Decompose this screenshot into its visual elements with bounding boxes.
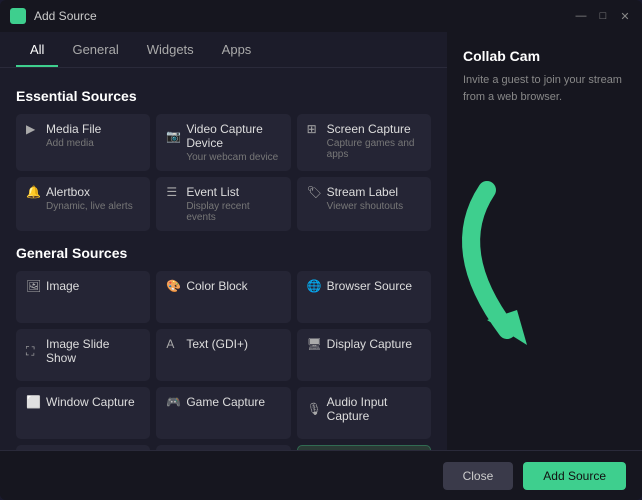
source-browser-source[interactable]: 🌐 Browser Source <box>297 271 431 323</box>
audio-input-icon: 🎙 <box>307 402 321 416</box>
tab-bar: All General Widgets Apps <box>0 32 447 68</box>
tab-apps[interactable]: Apps <box>208 32 266 67</box>
image-name: Image <box>46 279 79 293</box>
tab-all[interactable]: All <box>16 32 58 67</box>
display-capture-icon: 🖥 <box>307 337 321 351</box>
source-video-capture[interactable]: 📷 Video Capture Device Your webcam devic… <box>156 114 290 171</box>
source-game-capture[interactable]: 🎮 Game Capture <box>156 387 290 439</box>
titlebar: Add Source — □ ✕ <box>0 0 642 32</box>
right-panel: Collab Cam Invite a guest to join your s… <box>447 32 642 450</box>
source-media-file[interactable]: ▶ Media File Add media <box>16 114 150 171</box>
source-screen-capture[interactable]: ⊞ Screen Capture Capture games and apps <box>297 114 431 171</box>
close-window-button[interactable]: ✕ <box>618 9 632 23</box>
media-file-name: Media File <box>46 122 101 136</box>
browser-source-name: Browser Source <box>327 279 412 293</box>
alertbox-desc: Dynamic, live alerts <box>46 201 140 212</box>
essential-sources-grid: ▶ Media File Add media 📷 Video Capture D… <box>16 114 431 231</box>
source-image-slideshow[interactable]: ⛶ Image Slide Show <box>16 329 150 381</box>
source-display-capture[interactable]: 🖥 Display Capture <box>297 329 431 381</box>
window-capture-icon: ⬜ <box>26 395 40 409</box>
arrow-svg <box>427 170 607 350</box>
color-block-icon: 🎨 <box>166 279 180 293</box>
media-file-icon: ▶ <box>26 122 40 136</box>
alertbox-name: Alertbox <box>46 185 90 199</box>
video-capture-desc: Your webcam device <box>186 152 280 163</box>
window-capture-name: Window Capture <box>46 395 135 409</box>
source-window-capture[interactable]: ⬜ Window Capture <box>16 387 150 439</box>
video-capture-name: Video Capture Device <box>186 122 280 150</box>
screen-capture-name: Screen Capture <box>327 122 411 136</box>
source-audio-input[interactable]: 🎙 Audio Input Capture <box>297 387 431 439</box>
right-panel-title: Collab Cam <box>463 48 626 64</box>
close-button[interactable]: Close <box>443 462 514 490</box>
screen-capture-desc: Capture games and apps <box>327 138 421 160</box>
source-image[interactable]: 🖼 Image <box>16 271 150 323</box>
app-icon <box>10 8 26 24</box>
image-icon: 🖼 <box>26 279 40 293</box>
game-capture-name: Game Capture <box>186 395 265 409</box>
audio-input-name: Audio Input Capture <box>327 395 421 423</box>
general-sources-grid: 🖼 Image 🎨 Color Block 🌐 Browser <box>16 271 431 450</box>
text-gdi-name: Text (GDI+) <box>186 337 248 351</box>
window-title: Add Source <box>34 9 574 23</box>
alertbox-icon: 🔔 <box>26 185 40 199</box>
arrow-indicator <box>427 170 627 370</box>
stream-label-desc: Viewer shoutouts <box>327 201 421 212</box>
source-alertbox[interactable]: 🔔 Alertbox Dynamic, live alerts <box>16 177 150 231</box>
source-color-block[interactable]: 🎨 Color Block <box>156 271 290 323</box>
add-source-window: Add Source — □ ✕ All General Widgets App… <box>0 0 642 500</box>
tab-widgets[interactable]: Widgets <box>133 32 208 67</box>
display-capture-name: Display Capture <box>327 337 412 351</box>
event-list-desc: Display recent events <box>186 201 280 223</box>
footer: Close Add Source <box>0 450 642 500</box>
text-gdi-icon: A <box>166 337 180 351</box>
screen-capture-icon: ⊞ <box>307 122 321 136</box>
essential-sources-title: Essential Sources <box>16 88 431 104</box>
video-capture-icon: 📷 <box>166 129 180 143</box>
stream-label-name: Stream Label <box>327 185 398 199</box>
add-source-button[interactable]: Add Source <box>523 462 626 490</box>
left-panel: All General Widgets Apps Essential Sourc… <box>0 32 447 450</box>
media-file-desc: Add media <box>46 138 140 149</box>
source-event-list[interactable]: ☰ Event List Display recent events <box>156 177 290 231</box>
event-list-icon: ☰ <box>166 185 180 199</box>
window-controls: — □ ✕ <box>574 9 632 23</box>
sources-content: Essential Sources ▶ Media File Add media… <box>0 68 447 450</box>
stream-label-icon: 🏷 <box>307 185 321 199</box>
tab-general[interactable]: General <box>58 32 132 67</box>
general-sources-title: General Sources <box>16 245 431 261</box>
body: All General Widgets Apps Essential Sourc… <box>0 32 642 450</box>
event-list-name: Event List <box>186 185 239 199</box>
color-block-name: Color Block <box>186 279 247 293</box>
image-slideshow-name: Image Slide Show <box>46 337 140 365</box>
maximize-button[interactable]: □ <box>596 9 610 23</box>
game-capture-icon: 🎮 <box>166 395 180 409</box>
source-text-gdi[interactable]: A Text (GDI+) <box>156 329 290 381</box>
right-panel-desc: Invite a guest to join your stream from … <box>463 72 626 105</box>
minimize-button[interactable]: — <box>574 9 588 23</box>
source-stream-label[interactable]: 🏷 Stream Label Viewer shoutouts <box>297 177 431 231</box>
browser-source-icon: 🌐 <box>307 279 321 293</box>
image-slideshow-icon: ⛶ <box>26 344 40 358</box>
